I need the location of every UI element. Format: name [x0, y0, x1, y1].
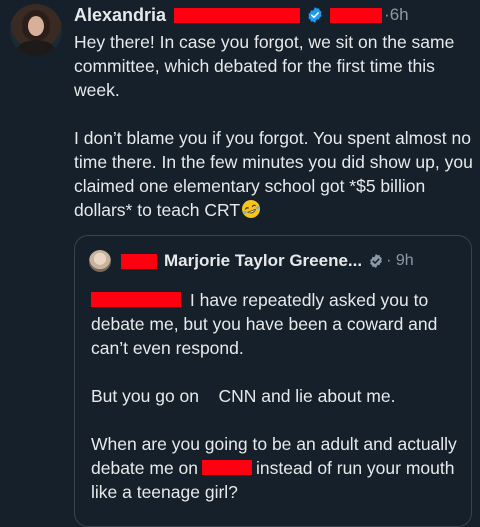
- quoted-timestamp: · 9h: [386, 252, 414, 269]
- redaction-bar: [174, 7, 301, 23]
- quoted-tweet-text: I have repeatedly asked you to debate me…: [91, 288, 461, 504]
- quoted-paragraph: I have repeatedly asked you to debate me…: [91, 290, 438, 358]
- redaction-bar: [202, 460, 253, 475]
- quoted-paragraph: But you go on CNN and lie about me.: [91, 386, 396, 406]
- quoted-author-name: Marjorie Taylor Greene...: [164, 251, 363, 270]
- rolling-laughing-emoji-icon: [242, 200, 261, 218]
- quoted-author-avatar: [89, 250, 111, 272]
- author-avatar[interactable]: [10, 4, 62, 56]
- quoted-tweet[interactable]: Marjorie Taylor Greene... · 9h I have re…: [74, 235, 472, 527]
- tweet-header: Alexandria · 6h: [74, 3, 409, 27]
- quoted-paragraph: When are you going to be an adult and ac…: [91, 434, 457, 502]
- redaction-bar: [330, 7, 383, 23]
- author-name[interactable]: Alexandria: [74, 5, 166, 26]
- tweet-paragraph: I don’t blame you if you forgot. You spe…: [74, 128, 473, 220]
- tweet-paragraph: Hey there! In case you forgot, we sit on…: [74, 32, 455, 100]
- tweet-text: Hey there! In case you forgot, we sit on…: [74, 30, 474, 222]
- quoted-tweet-header: Marjorie Taylor Greene... · 9h: [89, 250, 414, 272]
- redaction-bar: [91, 292, 181, 307]
- affiliation-badge-icon: [370, 254, 382, 268]
- tweet-timestamp[interactable]: 6h: [390, 5, 409, 25]
- verified-badge-icon: [308, 7, 322, 23]
- redaction-bar: [121, 253, 157, 269]
- tweet[interactable]: Alexandria · 6h Hey there! In case you f…: [0, 0, 480, 527]
